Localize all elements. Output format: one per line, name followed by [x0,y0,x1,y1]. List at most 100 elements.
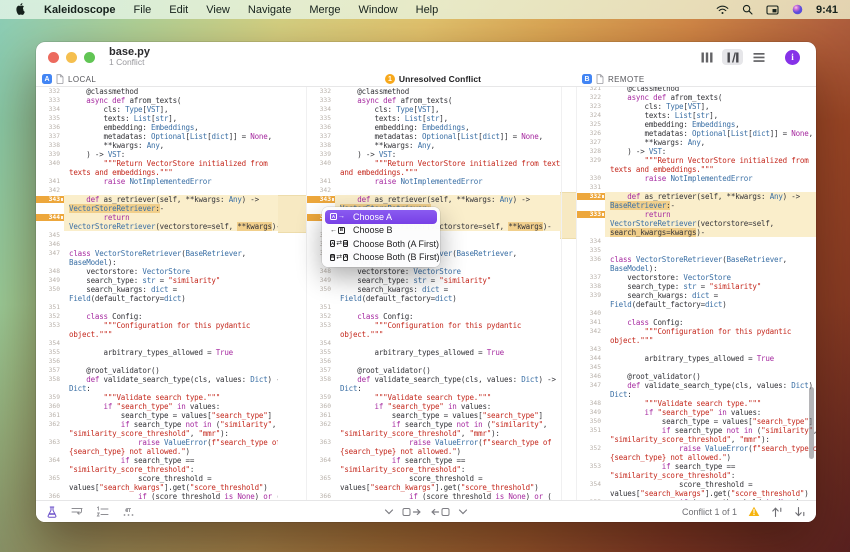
colored-sphere-icon[interactable] [792,4,803,15]
minimize-button[interactable] [66,52,77,63]
menu-item-choose-a[interactable]: A→Choose A [325,210,437,224]
close-button[interactable] [48,52,59,63]
search-icon[interactable] [742,4,753,15]
code-line[interactable]: object.""" [36,330,278,339]
code-line[interactable]: 342 [307,186,561,195]
code-line[interactable]: 329 """Return VectorStore initialized fr… [577,156,816,165]
code-line[interactable]: 359 """Validate search type.""" [36,393,278,402]
code-line[interactable]: 333 async def afrom_texts( [36,96,278,105]
menu-merge[interactable]: Merge [309,4,340,16]
previous-conflict-button[interactable] [771,506,783,518]
code-line[interactable]: 357 @root_validator() [36,366,278,375]
code-line[interactable]: 353 """Configuration for this pydantic [307,321,561,330]
code-line[interactable]: 350 search_type = values["search_type"] [577,417,816,426]
menu-item-choose-both-b-first[interactable]: B⇄AChoose Both (B First) [325,251,437,265]
code-line[interactable]: 335 texts: List[str], [36,114,278,123]
chevron-down-icon[interactable] [459,509,468,515]
code-line[interactable]: Dict: [577,390,816,399]
code-line[interactable]: 348 vectorstore: VectorStore [36,267,278,276]
code-line[interactable]: 332 def as_retriever(self, **kwargs: Any… [577,192,816,201]
clock[interactable]: 9:41 [816,4,838,16]
merge-wizard-icon[interactable] [46,506,58,518]
code-line[interactable]: 337 vectorstore: VectorStore [577,273,816,282]
code-line[interactable]: values["search_kwargs"].get("score_thres… [577,489,816,498]
code-line[interactable]: 347 def validate_search_type(cls, values… [577,381,816,390]
menu-file[interactable]: File [134,4,152,16]
code-line[interactable]: 349 if "search_type" in values: [577,408,816,417]
code-line[interactable]: VectorStoreRetriever(vectorstore=self, [577,219,816,228]
code-line[interactable]: 343 def as_retriever(self, **kwargs: Any… [36,195,278,204]
code-line[interactable]: values["search_kwargs"].get("score_thres… [36,483,278,492]
code-line[interactable]: "similarity_score_threshold": [577,471,816,480]
code-line[interactable]: BaseRetriever:- [577,201,816,210]
code-line[interactable]: 336 embedding: Embeddings, [36,123,278,132]
menu-item-choose-b[interactable]: ←BChoose B [325,224,437,238]
code-line[interactable]: 322 async def afrom_texts( [577,93,816,102]
code-line[interactable]: 341 raise NotImplementedError [307,177,561,186]
code-line[interactable]: 338 **kwargs: Any, [36,141,278,150]
code-line[interactable]: Dict: [36,384,278,393]
code-line[interactable]: 335 [577,246,816,255]
code-line[interactable]: 340 """Return VectorStore initialized fr… [36,159,278,168]
code-line[interactable]: 355 arbitrary_types_allowed = True [36,348,278,357]
code-line[interactable]: 355 arbitrary_types_allowed = True [307,348,561,357]
code-line[interactable]: 356 [307,357,561,366]
code-line[interactable]: 339 search_kwargs: dict = [577,291,816,300]
code-line[interactable]: 354 score_threshold = [577,480,816,489]
code-line[interactable]: "similarity_score_threshold": [307,465,561,474]
zoom-button[interactable] [84,52,95,63]
code-line[interactable]: values["search_kwargs"].get("score_thres… [307,483,561,492]
code-line[interactable]: 337 metadatas: Optional[List[dict]] = No… [307,132,561,141]
code-line[interactable]: 352 raise ValueError(f"search_type of [577,444,816,453]
code-line[interactable]: 351 [36,303,278,312]
code-line[interactable]: VectorStoreRetriever(vectorstore=self, *… [36,222,278,231]
code-line[interactable]: 353 if search_type == [577,462,816,471]
code-line[interactable]: 331 [577,183,816,192]
code-line[interactable]: 358 def validate_search_type(cls, values… [36,375,278,384]
code-line[interactable]: 344 arbitrary_types_allowed = True [577,354,816,363]
code-line[interactable]: 349 search_type: str = "similarity" [36,276,278,285]
code-line[interactable]: 363 raise ValueError(f"search_type of [307,438,561,447]
code-line[interactable]: 364 if search_type == [36,456,278,465]
code-line[interactable]: Dict: [307,384,561,393]
code-line[interactable]: 364 if search_type == [307,456,561,465]
code-line[interactable]: 352 class Config: [36,312,278,321]
code-line[interactable]: 342 """Configuration for this pydantic [577,327,816,336]
code-line[interactable]: 354 [307,339,561,348]
choose-a-icon[interactable] [403,508,422,516]
menu-window[interactable]: Window [359,4,398,16]
menu-item-choose-both-a-first[interactable]: A⇄BChoose Both (A First) [325,237,437,251]
code-line[interactable]: 339 ) -> VST: [307,150,561,159]
info-button[interactable]: i [785,50,800,65]
code-line[interactable]: 350 search_kwargs: dict = [36,285,278,294]
code-line[interactable]: 323 cls: Type[VST], [577,102,816,111]
code-line[interactable]: 341 class Config: [577,318,816,327]
menu-help[interactable]: Help [416,4,439,16]
code-line[interactable]: "similarity_score_threshold": [36,465,278,474]
code-line[interactable]: 338 **kwargs: Any, [307,141,561,150]
text-wrap-icon[interactable] [71,506,83,518]
scrollbar-thumb[interactable] [809,387,814,459]
code-line[interactable]: 363 raise ValueError(f"search_type of [36,438,278,447]
window-manager-icon[interactable] [766,5,779,15]
code-line[interactable]: 341 raise NotImplementedError [36,177,278,186]
code-line[interactable]: 356 [36,357,278,366]
code-line[interactable]: 338 search_type: str = "similarity" [577,282,816,291]
code-line[interactable]: 339 ) -> VST: [36,150,278,159]
choose-b-icon[interactable] [431,508,450,516]
code-line[interactable]: 359 """Validate search type.""" [307,393,561,402]
code-line[interactable]: 358 def validate_search_type(cls, values… [307,375,561,384]
code-line[interactable]: 349 search_type: str = "similarity" [307,276,561,285]
code-line[interactable]: 346 [36,240,278,249]
code-line[interactable]: 332 @classmethod [36,87,278,96]
code-line[interactable]: 333 async def afrom_texts( [307,96,561,105]
code-line[interactable]: 343 [577,345,816,354]
code-line[interactable]: Field(default_factory=dict) [307,294,561,303]
code-line[interactable]: VectorStoreRetriever:- [36,204,278,213]
code-line[interactable]: 328 ) -> VST: [577,147,816,156]
unified-view-button[interactable] [748,49,769,65]
code-line[interactable]: 327 **kwargs: Any, [577,138,816,147]
menu-kaleidoscope[interactable]: Kaleidoscope [44,4,116,16]
code-line[interactable]: 346 @root_validator() [577,372,816,381]
code-line[interactable]: 352 class Config: [307,312,561,321]
